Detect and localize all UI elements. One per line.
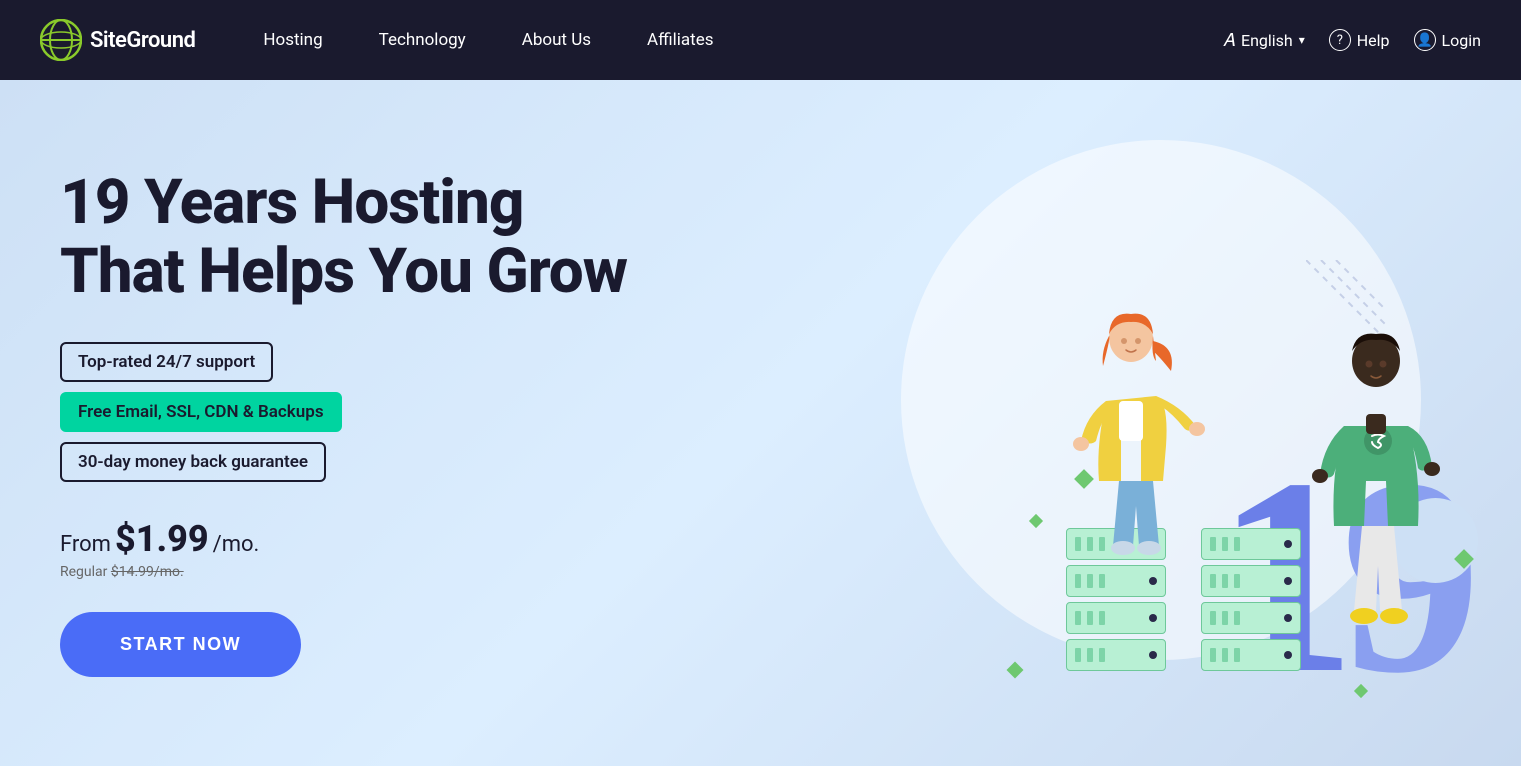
server-unit <box>1201 565 1301 597</box>
server-slot <box>1210 574 1216 588</box>
badge-guarantee: 30-day money back guarantee <box>60 442 326 482</box>
pricing-block: From $1.99 /mo. Regular $14.99/mo. <box>60 518 660 580</box>
language-selector[interactable]: 𝐴 English ▾ <box>1223 30 1305 51</box>
server-unit <box>1201 602 1301 634</box>
server-slot <box>1222 611 1228 625</box>
server-slot <box>1075 611 1081 625</box>
pricing-period: /mo. <box>213 532 260 557</box>
server-slot <box>1234 611 1240 625</box>
login-link[interactable]: 👤 Login <box>1414 29 1481 51</box>
server-slot <box>1234 537 1240 551</box>
server-slot <box>1222 574 1228 588</box>
server-slot <box>1099 648 1105 662</box>
nav-hosting[interactable]: Hosting <box>235 0 350 80</box>
pricing-from-label: From <box>60 532 111 557</box>
hero-title: 19 Years Hosting That Helps You Grow <box>60 169 660 305</box>
language-label: English <box>1241 31 1293 50</box>
chevron-down-icon: ▾ <box>1299 33 1305 47</box>
server-slot <box>1087 611 1093 625</box>
nav-technology[interactable]: Technology <box>351 0 494 80</box>
server-slot <box>1210 648 1216 662</box>
server-dot <box>1284 540 1292 548</box>
badge-free-features: Free Email, SSL, CDN & Backups <box>60 392 342 432</box>
hero-title-line1: 19 Years Hosting <box>60 166 523 239</box>
server-unit <box>1201 639 1301 671</box>
pricing-regular-price: $14.99/mo. <box>111 564 184 580</box>
hero-section: 19 Years Hosting That Helps You Grow Top… <box>0 80 1521 766</box>
server-slot <box>1087 648 1093 662</box>
siteground-logo-icon <box>40 19 82 61</box>
server-slot <box>1075 574 1081 588</box>
pricing-regular: Regular $14.99/mo. <box>60 564 660 580</box>
server-slot <box>1222 648 1228 662</box>
login-label: Login <box>1442 31 1481 50</box>
server-slot <box>1087 574 1093 588</box>
server-slot <box>1075 648 1081 662</box>
logo-link[interactable]: SiteGround <box>40 19 195 61</box>
woman-figure <box>1041 306 1221 566</box>
pricing-regular-label: Regular <box>60 564 107 580</box>
help-label: Help <box>1357 31 1390 50</box>
main-nav: SiteGround Hosting Technology About Us A… <box>0 0 1521 80</box>
start-now-button[interactable]: START NOW <box>60 612 301 677</box>
help-link[interactable]: ? Help <box>1329 29 1390 51</box>
hero-content: 19 Years Hosting That Helps You Grow Top… <box>60 169 660 676</box>
nav-affiliates[interactable]: Affiliates <box>619 0 741 80</box>
badge-support: Top-rated 24/7 support <box>60 342 273 382</box>
nav-about-us[interactable]: About Us <box>494 0 619 80</box>
server-unit <box>1066 602 1166 634</box>
pricing-main: From $1.99 /mo. <box>60 518 660 560</box>
server-slot <box>1099 611 1105 625</box>
hero-illustration: 1 9 <box>701 80 1521 766</box>
server-dot <box>1284 651 1292 659</box>
man-figure <box>1296 326 1456 646</box>
server-unit <box>1066 565 1166 597</box>
server-dot <box>1149 577 1157 585</box>
user-icon: 👤 <box>1414 29 1436 51</box>
server-dot <box>1284 614 1292 622</box>
language-icon: 𝐴 <box>1223 30 1235 51</box>
server-slot <box>1234 574 1240 588</box>
server-dot <box>1149 614 1157 622</box>
feature-badges: Top-rated 24/7 support Free Email, SSL, … <box>60 342 660 482</box>
nav-right: 𝐴 English ▾ ? Help 👤 Login <box>1223 29 1481 51</box>
server-slot <box>1234 648 1240 662</box>
server-slot <box>1099 574 1105 588</box>
server-dot <box>1149 651 1157 659</box>
server-slot <box>1222 537 1228 551</box>
server-unit <box>1066 639 1166 671</box>
help-icon: ? <box>1329 29 1351 51</box>
leaf-decoration <box>1007 662 1024 679</box>
hero-title-line2: That Helps You Grow <box>60 235 627 308</box>
nav-links: Hosting Technology About Us Affiliates <box>235 0 1223 80</box>
pricing-amount: $1.99 <box>115 518 209 560</box>
server-slot <box>1210 611 1216 625</box>
logo-text: SiteGround <box>90 28 195 53</box>
server-dot <box>1284 577 1292 585</box>
